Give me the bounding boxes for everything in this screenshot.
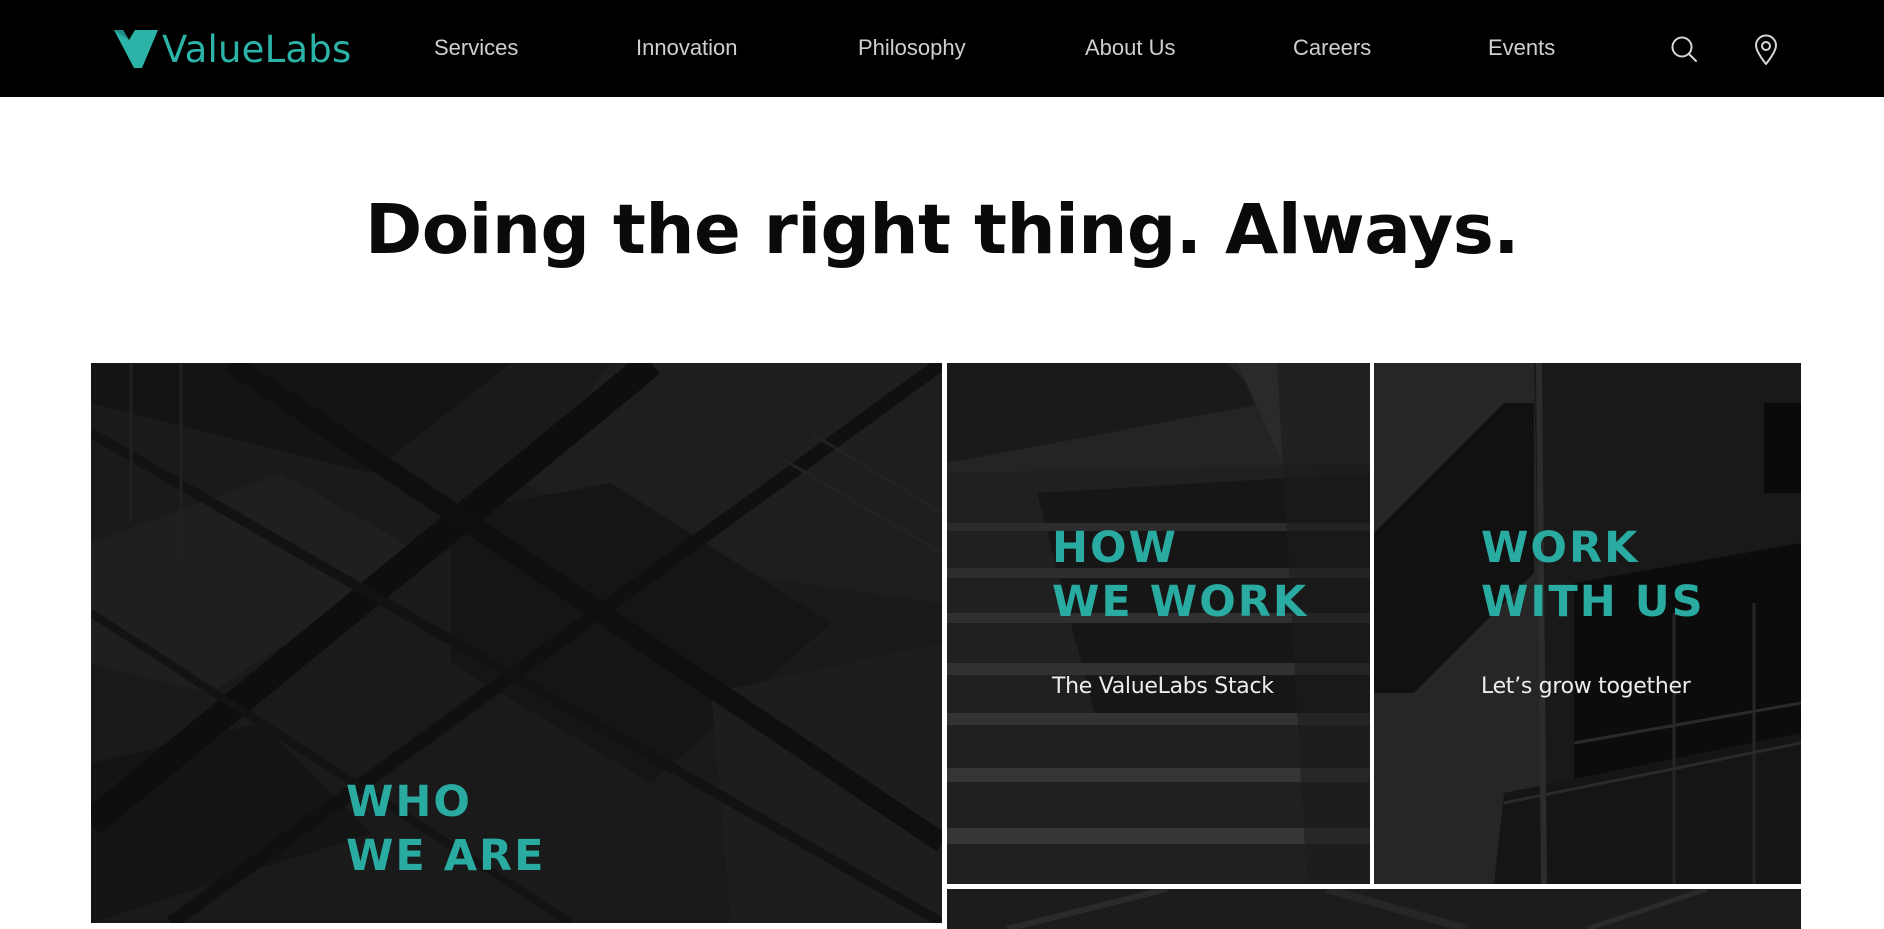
nav-philosophy[interactable]: Philosophy (858, 34, 966, 62)
top-navigation-bar: ValueLabs Services Innovation Philosophy… (0, 0, 1884, 97)
valuelabs-logo-mark-icon (114, 30, 158, 68)
title-line-2: WE WORK (1052, 577, 1309, 627)
nav-careers[interactable]: Careers (1293, 34, 1371, 62)
nav-innovation[interactable]: Innovation (636, 34, 738, 62)
tile-title-work-with-us: WORK WITH US (1481, 521, 1705, 629)
title-line-1: HOW (1052, 523, 1178, 573)
tile-subtitle-how-we-work: The ValueLabs Stack (1052, 674, 1274, 699)
nav-events[interactable]: Events (1488, 34, 1555, 62)
tile-title-how-we-work: HOW WE WORK (1052, 521, 1308, 629)
tile-who-we-are[interactable]: WHO WE ARE (91, 363, 942, 923)
search-icon[interactable] (1669, 34, 1699, 66)
tile-title-who-we-are: WHO WE ARE (346, 775, 546, 883)
nav-services[interactable]: Services (434, 34, 518, 62)
title-line-2: WE ARE (346, 831, 546, 881)
tile-how-we-work[interactable]: HOW WE WORK The ValueLabs Stack (947, 363, 1370, 884)
tile-subtitle-work-with-us: Let’s grow together (1481, 674, 1691, 699)
title-line-2: WITH US (1481, 577, 1705, 627)
brand-name: ValueLabs (162, 27, 352, 71)
page-headline: Doing the right thing. Always. (365, 190, 1520, 270)
title-line-1: WHO (346, 777, 472, 827)
nav-about-us[interactable]: About Us (1085, 34, 1176, 62)
title-line-1: WORK (1481, 523, 1640, 573)
tile-work-with-us[interactable]: WORK WITH US Let’s grow together (1374, 363, 1801, 884)
bottom-tile-background-image (947, 889, 1801, 929)
valuelabs-logo[interactable]: ValueLabs (112, 24, 351, 74)
tile-bottom-partial[interactable] (947, 889, 1801, 929)
location-pin-icon[interactable] (1751, 34, 1781, 66)
